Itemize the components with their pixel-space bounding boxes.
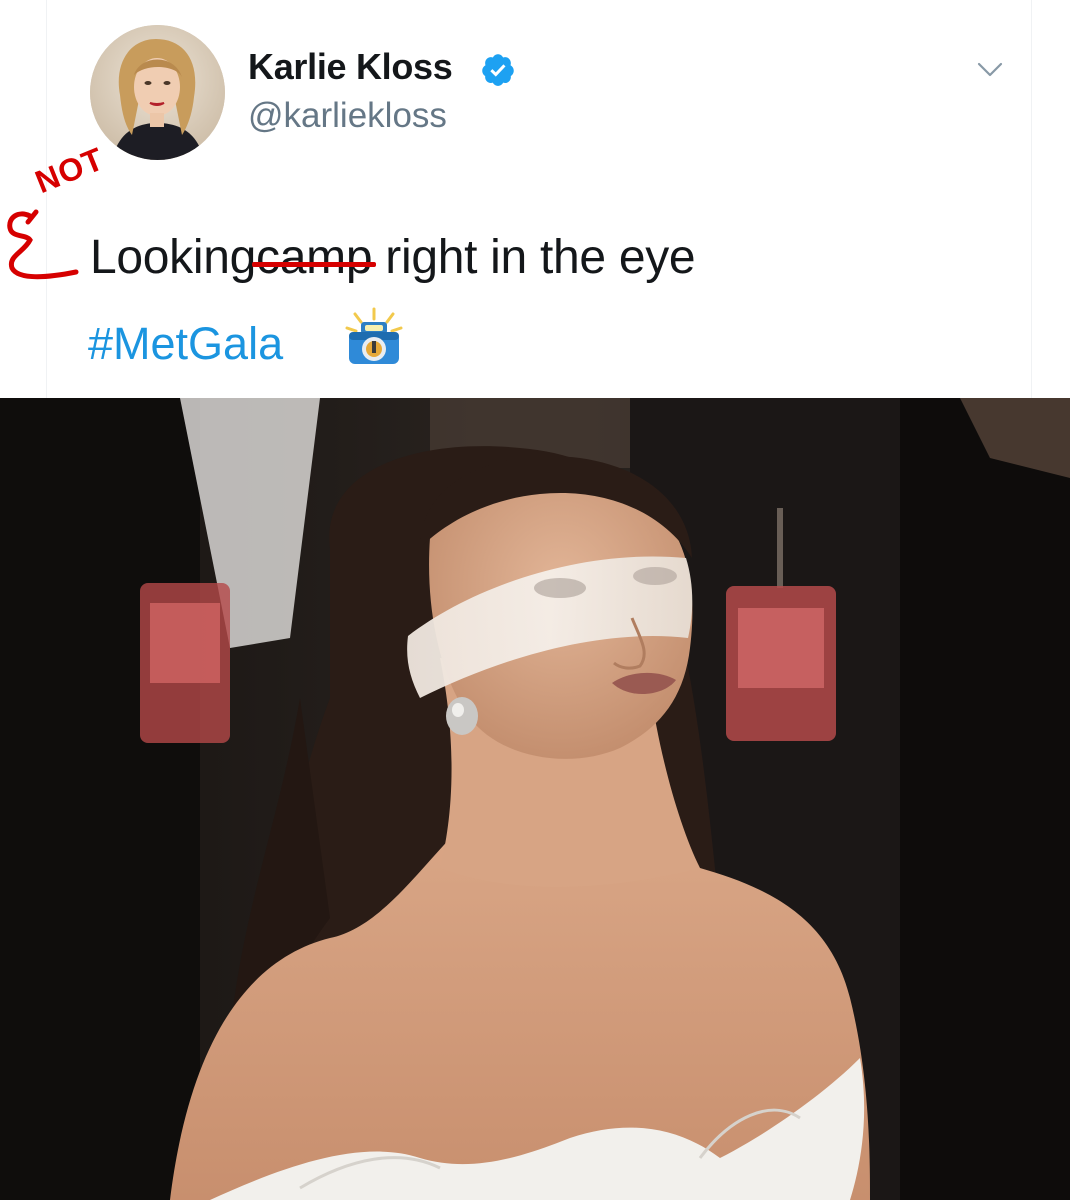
handle[interactable]: @karliekloss xyxy=(248,96,447,136)
display-name[interactable]: Karlie Kloss xyxy=(248,46,453,88)
chevron-down-icon[interactable] xyxy=(973,52,1007,86)
tweet-text-before: Looking xyxy=(90,231,257,284)
tweet-text-after: right in the eye xyxy=(372,231,696,284)
blindfolded-woman-photo xyxy=(0,398,1070,1200)
avatar[interactable] xyxy=(90,25,225,160)
struck-word: camp xyxy=(252,230,377,285)
meme-page: Karlie Kloss @karliekloss NOT Looking ca… xyxy=(0,0,1070,1200)
struck-word-text: camp xyxy=(256,231,373,284)
verified-badge-icon xyxy=(482,54,514,86)
tweet-card: Karlie Kloss @karliekloss NOT Looking ca… xyxy=(0,0,1070,398)
camera-flash-emoji-icon xyxy=(345,307,403,364)
tweet-text: Looking camp right in the eye xyxy=(90,230,696,285)
hashtag-link[interactable]: #MetGala xyxy=(88,318,283,370)
strikethrough-line xyxy=(252,262,377,267)
